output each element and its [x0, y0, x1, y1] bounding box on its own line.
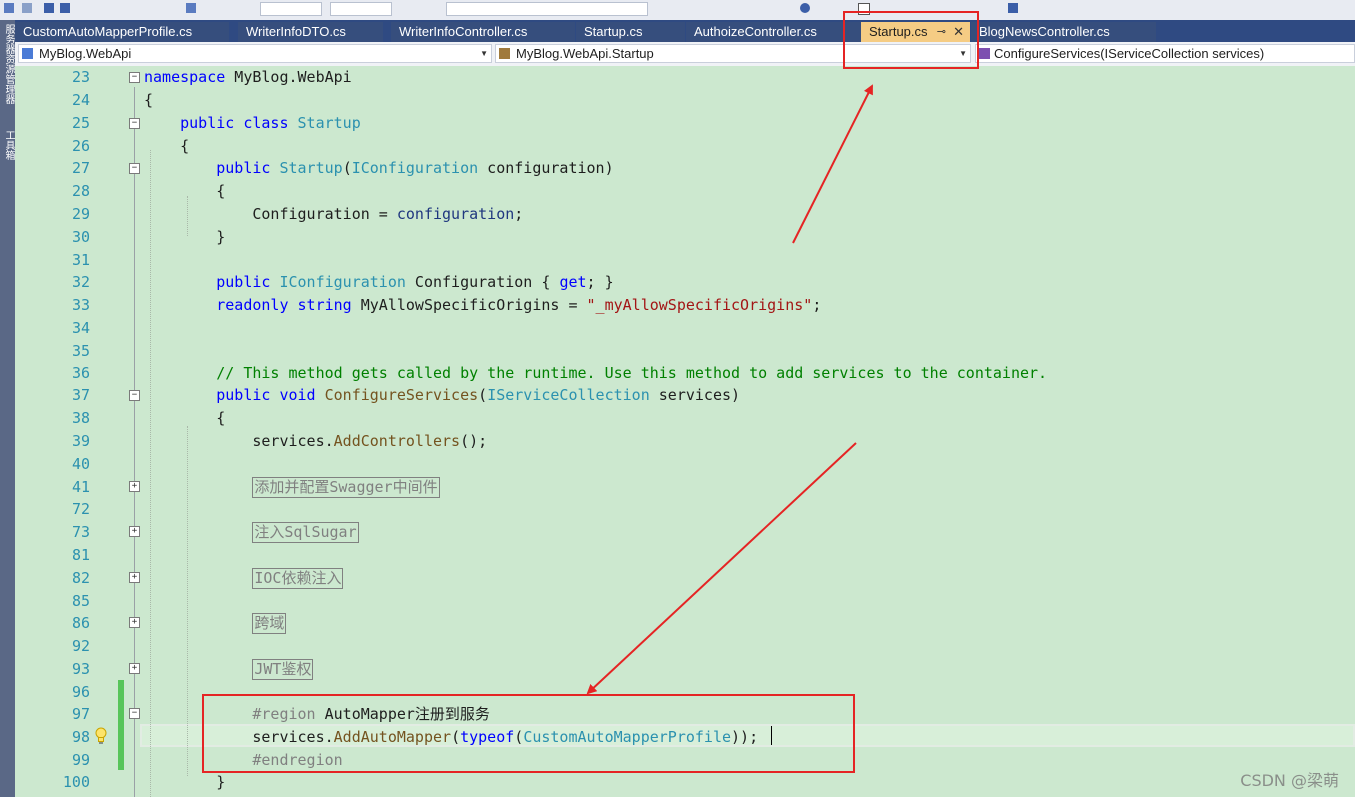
arrow-to-code: [586, 442, 857, 695]
annotation-arrows: [586, 84, 873, 695]
arrow-to-tab: [792, 84, 873, 244]
watermark: CSDN @梁萌: [1240, 771, 1339, 790]
